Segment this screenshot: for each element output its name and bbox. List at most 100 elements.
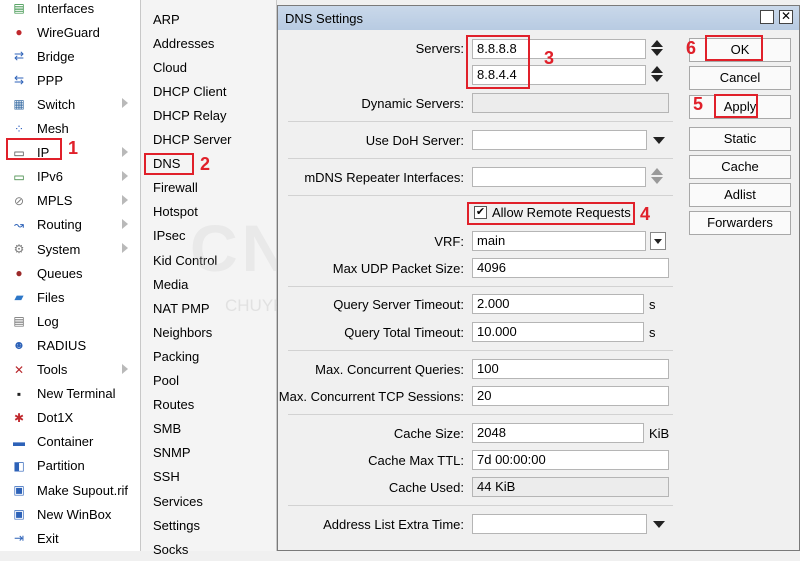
submenu-item-label: IPsec <box>153 228 186 244</box>
chevron-down-icon[interactable] <box>653 521 665 528</box>
cache-max-ttl-input[interactable]: 7d 00:00:00 <box>472 450 669 470</box>
submenu-item-cloud[interactable]: Cloud <box>141 55 276 79</box>
partition-icon: ◧ <box>13 458 25 473</box>
submenu-item-snmp[interactable]: SNMP <box>141 441 276 465</box>
wireguard-icon: ● <box>15 25 23 40</box>
menu-item-mesh[interactable]: ⁘ Mesh <box>0 117 140 141</box>
menu-item-exit[interactable]: ⇥ Exit <box>0 526 140 550</box>
submenu-item-pool[interactable]: Pool <box>141 369 276 393</box>
menu-item-label: Switch <box>37 96 76 112</box>
submenu-item-label: Addresses <box>153 35 215 51</box>
menu-item-container[interactable]: ▬ Container <box>0 430 140 454</box>
menu-item-bridge[interactable]: ⇄ Bridge <box>0 44 140 68</box>
submenu-item-arp[interactable]: ARP <box>141 7 276 31</box>
submenu-item-dhcp-relay[interactable]: DHCP Relay <box>141 103 276 127</box>
menu-item-log[interactable]: ▤ Log <box>0 309 140 333</box>
submenu-item-services[interactable]: Services <box>141 489 276 513</box>
server-1-updown-icon[interactable] <box>651 40 665 60</box>
menu-item-partition[interactable]: ◧ Partition <box>0 454 140 478</box>
submenu-item-addresses[interactable]: Addresses <box>141 31 276 55</box>
menu-item-mpls[interactable]: ⊘ MPLS <box>0 189 140 213</box>
menu-item-dot1x[interactable]: ✱ Dot1X <box>0 406 140 430</box>
max-tcp-sessions-input[interactable]: 20 <box>472 386 669 406</box>
menu-item-routing[interactable]: ↝ Routing <box>0 213 140 237</box>
mdns-input[interactable] <box>472 167 646 187</box>
submenu-item-hotspot[interactable]: Hotspot <box>141 200 276 224</box>
cache-size-input[interactable]: 2048 <box>472 423 644 443</box>
cache-button[interactable]: Cache <box>689 155 791 179</box>
menu-item-make-supout-rif[interactable]: ▣ Make Supout.rif <box>0 478 140 502</box>
vrf-select[interactable]: main <box>472 231 646 251</box>
submenu-item-label: Socks <box>153 541 189 557</box>
submenu-item-firewall[interactable]: Firewall <box>141 176 276 200</box>
submenu-arrow-icon <box>122 98 128 109</box>
submenu-item-neighbors[interactable]: Neighbors <box>141 320 276 344</box>
menu-item-label: WireGuard <box>37 24 100 40</box>
ppp-icon: ⇆ <box>13 73 25 88</box>
adlist-button[interactable]: Adlist <box>689 183 791 207</box>
annotation-box-apply <box>714 94 758 118</box>
menu-item-label: New Terminal <box>37 386 116 402</box>
server-2-updown-icon[interactable] <box>651 66 665 86</box>
menu-item-ipv6[interactable]: ▭ IPv6 <box>0 165 140 189</box>
title-bar[interactable]: DNS Settings ✕ <box>278 6 799 30</box>
menu-item-radius[interactable]: ☻ RADIUS <box>0 333 140 357</box>
submenu-item-label: SSH <box>153 469 180 485</box>
menu-item-files[interactable]: ▰ Files <box>0 285 140 309</box>
separator <box>288 286 673 287</box>
annotation-number: 6 <box>686 38 697 58</box>
max-concurrent-queries-input[interactable]: 100 <box>472 359 669 379</box>
annotation-number: 1 <box>68 138 79 158</box>
submenu-item-label: Media <box>153 276 189 292</box>
submenu-item-routes[interactable]: Routes <box>141 393 276 417</box>
submenu-item-smb[interactable]: SMB <box>141 417 276 441</box>
submenu-item-nat-pmp[interactable]: NAT PMP <box>141 296 276 320</box>
submenu-arrow-icon <box>122 146 128 157</box>
query-total-timeout-input[interactable]: 10.000 <box>472 322 644 342</box>
annotation-box-ok <box>705 35 763 61</box>
menu-item-label: Log <box>37 313 59 329</box>
close-icon[interactable]: ✕ <box>779 10 793 24</box>
menu-item-new-winbox[interactable]: ▣ New WinBox <box>0 502 140 526</box>
menu-item-queues[interactable]: ● Queues <box>0 261 140 285</box>
use-doh-select[interactable] <box>472 130 647 150</box>
submenu-item-dhcp-server[interactable]: DHCP Server <box>141 128 276 152</box>
submenu-item-settings[interactable]: Settings <box>141 513 276 537</box>
menu-item-wireguard[interactable]: ● WireGuard <box>0 20 140 44</box>
query-server-timeout-input[interactable]: 2.000 <box>472 294 644 314</box>
tools-icon: ✕ <box>13 362 25 377</box>
menu-item-system[interactable]: ⚙ System <box>0 237 140 261</box>
terminal-icon: ▪ <box>16 386 22 401</box>
menu-item-switch[interactable]: ▦ Switch <box>0 92 140 116</box>
submenu-item-label: SNMP <box>153 445 191 461</box>
vrf-dropdown-button[interactable] <box>650 232 666 250</box>
max-udp-input[interactable]: 4096 <box>472 258 669 278</box>
forwarders-button[interactable]: Forwarders <box>689 211 791 235</box>
menu-item-label: Files <box>37 289 65 305</box>
menu-item-new-terminal[interactable]: ▪ New Terminal <box>0 382 140 406</box>
submenu-item-dhcp-client[interactable]: DHCP Client <box>141 79 276 103</box>
submenu-item-socks[interactable]: Socks <box>141 537 276 561</box>
menu-item-label: PPP <box>37 72 64 88</box>
submenu-item-ipsec[interactable]: IPsec <box>141 224 276 248</box>
maximize-icon[interactable] <box>760 10 774 24</box>
switch-icon: ▦ <box>13 97 25 112</box>
mdns-updown-icon[interactable] <box>651 168 665 188</box>
address-list-label: Address List Extra Time: <box>323 517 464 532</box>
static-button[interactable]: Static <box>689 127 791 151</box>
address-list-select[interactable] <box>472 514 647 534</box>
submenu-item-kid-control[interactable]: Kid Control <box>141 248 276 272</box>
chevron-down-icon[interactable] <box>653 137 665 144</box>
bridge-icon: ⇄ <box>13 49 25 64</box>
submenu-item-packing[interactable]: Packing <box>141 344 276 368</box>
menu-item-interfaces[interactable]: ▤ Interfaces <box>0 0 140 20</box>
menu-item-tools[interactable]: ✕ Tools <box>0 358 140 382</box>
submenu-item-label: Packing <box>153 348 200 364</box>
submenu-item-media[interactable]: Media <box>141 272 276 296</box>
annotation-box-dns <box>144 153 194 175</box>
cache-size-label: Cache Size: <box>393 426 464 441</box>
dynamic-servers-field <box>472 93 669 113</box>
cancel-button[interactable]: Cancel <box>689 66 791 90</box>
menu-item-ppp[interactable]: ⇆ PPP <box>0 68 140 92</box>
submenu-item-ssh[interactable]: SSH <box>141 465 276 489</box>
